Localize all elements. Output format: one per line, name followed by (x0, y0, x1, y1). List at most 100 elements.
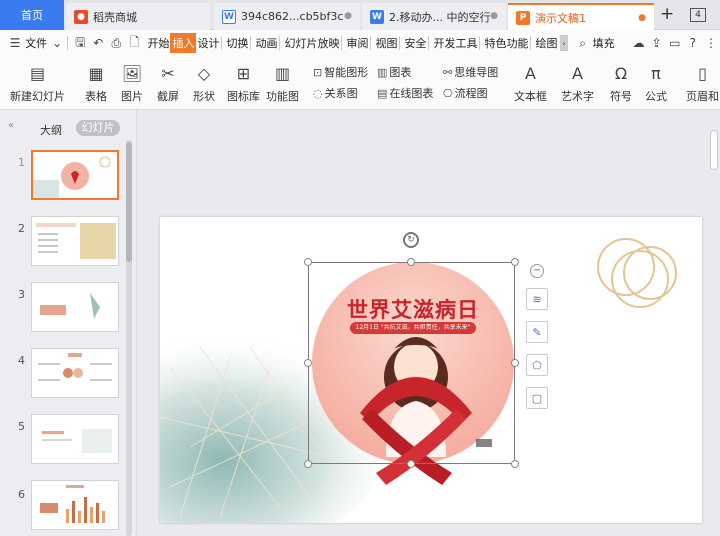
fill-bucket-icon[interactable]: ⬠ (526, 354, 548, 376)
slide-4-preview (38, 353, 112, 381)
menu-bar: ☰ 文件 ⌄ 🖫 ↶ ⎙ 🗋 开始 插入 设计 切换 动画 幻灯片放映 审阅 视… (0, 30, 720, 56)
unsaved-dot[interactable]: ● (638, 13, 646, 23)
ribbon: ▤ 新建幻灯片 ▦ 表格 🖼 图片 ✂ 截屏 ◇ 形状 ⊞ 图标库 ▥ 功能图 … (0, 56, 720, 110)
resize-handle-bottom-left[interactable] (304, 460, 312, 468)
menu-animation[interactable]: 动画 (254, 35, 278, 51)
slide-thumbnail-3[interactable] (31, 282, 119, 332)
slide-thumbnail-5[interactable] (31, 414, 119, 464)
more-icon[interactable]: ⋮ (704, 35, 718, 51)
tab-count-badge[interactable]: 4 (690, 8, 706, 22)
menu-view[interactable]: 视图 (374, 35, 398, 51)
rotate-handle-icon[interactable]: ↻ (403, 232, 419, 248)
mindmap-icon: ⚯ (443, 65, 453, 79)
tab-home-label: 首页 (21, 9, 43, 22)
collapse-tools-icon[interactable]: − (530, 264, 544, 278)
slide-thumbnail-2[interactable] (31, 216, 119, 266)
tab-close-dot[interactable]: ● (490, 11, 498, 21)
search-icon[interactable]: ⌕ (576, 35, 590, 51)
icon-library-button[interactable]: ⊞ 图标库 (227, 62, 260, 104)
menu-file[interactable]: 文件 (24, 35, 48, 51)
relation-chart-button[interactable]: ◌ 关系图 (313, 85, 358, 101)
cloud-icon[interactable]: ☁ (632, 35, 646, 51)
menu-design[interactable]: 设计 (196, 35, 220, 51)
tab-home[interactable]: 首页 (0, 0, 64, 30)
smartart-button[interactable]: ⊡ 智能图形 (313, 64, 368, 80)
divider (67, 36, 70, 50)
new-slide-button[interactable]: ▤ 新建幻灯片 (10, 62, 65, 104)
resize-handle-bottom[interactable] (407, 460, 415, 468)
tab-close-dot[interactable]: ● (344, 11, 352, 21)
tab-doc-2-label: 2.移动办... 中的空行 (389, 10, 491, 24)
slide-thumbnail-1[interactable] (31, 150, 119, 200)
menu-slideshow[interactable]: 幻灯片放映 (283, 35, 340, 51)
shape-button[interactable]: ◇ 形状 (192, 62, 216, 104)
tab-presentation[interactable]: P 演示文稿1 ● (508, 3, 654, 30)
add-tab-button[interactable]: + (660, 6, 674, 23)
menu-review[interactable]: 审阅 (345, 35, 369, 51)
resize-handle-top-left[interactable] (304, 258, 312, 266)
menu-features[interactable]: 特色功能 (483, 35, 529, 51)
preview-icon[interactable]: 🗋 (127, 35, 141, 51)
resize-handle-bottom-right[interactable] (511, 460, 519, 468)
comment-icon[interactable]: ▭ (668, 35, 682, 51)
mindmap-button[interactable]: ⚯ 思维导图 (443, 64, 498, 80)
online-chart-button[interactable]: ▤ 在线图表 (377, 85, 433, 101)
header-footer-button[interactable]: ▯ 页眉和 (686, 62, 719, 104)
menu-drawing[interactable]: 绘图 (534, 35, 558, 51)
screenshot-button[interactable]: ✂ 截屏 (156, 62, 180, 104)
textbox-button[interactable]: A 文本框 (514, 62, 547, 104)
slide-thumbnail-4[interactable] (31, 348, 119, 398)
outline-view-tab[interactable]: 大纲 (40, 122, 62, 138)
panel-scrollbar-thumb[interactable] (126, 142, 132, 262)
resize-handle-top-right[interactable] (511, 258, 519, 266)
share-icon[interactable]: ⇪ (650, 35, 664, 51)
flowchart-button[interactable]: ⎔ 流程图 (443, 85, 488, 101)
menu-insert[interactable]: 插入 (170, 33, 197, 53)
resize-handle-right[interactable] (511, 359, 519, 367)
icon-library-icon: ⊞ (236, 63, 251, 83)
resize-handle-top[interactable] (407, 258, 415, 266)
slide-6-preview (40, 485, 105, 523)
pen-icon[interactable]: ✎ (526, 321, 548, 343)
formula-button[interactable]: π 公式 (644, 62, 668, 104)
resize-handle-left[interactable] (304, 359, 312, 367)
divider (341, 36, 344, 50)
slide-thumbnail-6[interactable] (31, 480, 119, 530)
menu-start[interactable]: 开始 (146, 35, 170, 51)
slide-1-preview (33, 156, 111, 198)
menu-transition[interactable]: 切换 (225, 35, 249, 51)
hamburger-icon[interactable]: ☰ (8, 35, 22, 51)
selection-bounding-box[interactable] (308, 262, 515, 464)
tab-doc-1[interactable]: W 394c862...cb5bf3c ● (214, 3, 360, 30)
screenshot-icon: ✂ (161, 63, 175, 83)
icon-library-label: 图标库 (227, 90, 260, 103)
table-button[interactable]: ▦ 表格 (84, 62, 108, 104)
tab-store[interactable]: ● 稻壳商城 (66, 3, 210, 30)
menu-developer[interactable]: 开发工具 (432, 35, 478, 51)
menu-security[interactable]: 安全 (403, 35, 427, 51)
slide-number: 6 (18, 488, 25, 501)
textbox-icon: A (525, 63, 536, 83)
canvas-scrollbar-thumb[interactable] (710, 130, 718, 170)
print-icon[interactable]: ⎙ (109, 35, 123, 51)
tab-doc-2[interactable]: W 2.移动办... 中的空行 ● (362, 3, 506, 30)
border-frame-icon[interactable]: ▢ (526, 387, 548, 409)
slides-view-tab[interactable]: 幻灯片 (76, 120, 120, 136)
symbol-button[interactable]: Ω 符号 (609, 62, 633, 104)
chart-button[interactable]: ▥ 图表 (377, 64, 411, 80)
collapse-panel-icon[interactable]: « (8, 120, 14, 131)
save-icon[interactable]: 🖫 (73, 35, 87, 51)
function-chart-button[interactable]: ▥ 功能图 (266, 62, 299, 104)
tab-bar: 首页 ● 稻壳商城 W 394c862...cb5bf3c ● W 2.移动办.… (0, 0, 720, 30)
slide-number: 1 (18, 156, 25, 169)
chevron-down-icon[interactable]: ⌄ (50, 35, 64, 51)
wordart-button[interactable]: A 艺术字 (561, 62, 594, 104)
layers-icon[interactable]: ≋ (526, 288, 548, 310)
search-field[interactable]: 填充 (592, 35, 616, 51)
slide-2-preview (36, 223, 116, 259)
help-icon[interactable]: ? (686, 35, 700, 51)
undo-icon[interactable]: ↶ (91, 35, 105, 51)
picture-button[interactable]: 🖼 图片 (120, 62, 144, 104)
slide-5-preview (42, 429, 112, 453)
chevron-right-icon[interactable]: › (560, 35, 568, 51)
